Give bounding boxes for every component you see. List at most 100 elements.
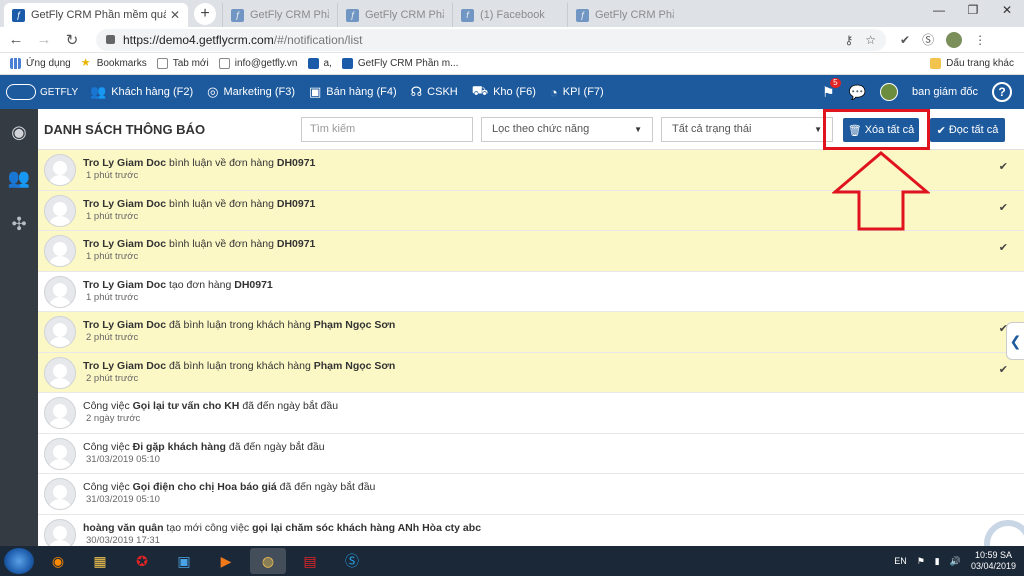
explorer-icon[interactable]: ▦ xyxy=(82,548,118,574)
menu-marketing[interactable]: ◎ Marketing (F3) xyxy=(207,84,295,100)
bookmark-info[interactable]: info@getfly.vn xyxy=(218,58,298,69)
notification-row[interactable]: Công việc Gọi lại tư vấn cho KH đã đến n… xyxy=(38,393,1024,434)
browser-tab[interactable]: ƒ GetFly CRM Phần mềm quản lý xyxy=(567,3,682,27)
browser-toolbar: ← → ↻ https://demo4.getflycrm.com/#/noti… xyxy=(0,27,1024,53)
notification-body: Tro Ly Giam Doc bình luận về đơn hàng DH… xyxy=(83,235,315,262)
maximize-icon[interactable]: ❐ xyxy=(956,0,990,20)
browser-tab-active[interactable]: ƒ GetFly CRM Phần mềm quản lý v ✕ xyxy=(4,3,188,27)
sales-icon: ▣ xyxy=(309,84,322,99)
close-icon[interactable]: ✕ xyxy=(170,8,180,22)
notification-time: 2 ngày trước xyxy=(86,413,141,424)
bookmark-star-icon[interactable]: ☆ xyxy=(865,33,876,47)
media-player-icon[interactable]: ▶ xyxy=(208,548,244,574)
notification-row[interactable]: Tro Ly Giam Doc bình luận về đơn hàng DH… xyxy=(38,231,1024,272)
read-all-button[interactable]: ✔ Đọc tất cả xyxy=(930,118,1005,142)
function-filter-select[interactable]: Lọc theo chức năng ▼ xyxy=(481,116,653,142)
bookmark-new-tab[interactable]: Tab mới xyxy=(156,58,209,69)
user-avatar-icon xyxy=(44,397,76,429)
help-icon[interactable]: ? xyxy=(992,82,1012,102)
bookmark-getfly[interactable]: GetFly CRM Phần m... xyxy=(341,58,459,69)
user-avatar[interactable] xyxy=(879,83,898,101)
bookmark-apps[interactable]: Ứng dụng xyxy=(10,58,71,69)
menu-customers[interactable]: 👥 Khách hàng (F2) xyxy=(90,84,193,100)
chrome-icon[interactable]: ◍ xyxy=(250,548,286,574)
object-name: Gọi lại tư vấn cho KH xyxy=(132,400,240,412)
flag-icon[interactable]: ⚑ 5 xyxy=(822,77,841,101)
bookmark-label: GetFly CRM Phần m... xyxy=(357,58,459,69)
menu-cskh[interactable]: ☊ CSKH xyxy=(411,84,458,100)
app-grid-icon[interactable]: ▤ xyxy=(292,548,328,574)
menu-label: Marketing (F3) xyxy=(223,86,295,98)
check-extension-icon[interactable]: ✔ xyxy=(900,33,910,47)
user-name[interactable]: ban giám đốc xyxy=(912,86,978,98)
notification-row[interactable]: Tro Ly Giam Doc đã bình luận trong khách… xyxy=(38,352,1024,393)
bookmark-bookmarks[interactable]: ★ Bookmarks xyxy=(81,58,147,70)
back-icon[interactable]: ← xyxy=(4,31,28,48)
notification-row[interactable]: Tro Ly Giam Doc đã bình luận trong khách… xyxy=(38,312,1024,353)
mark-read-check-icon[interactable]: ✔ xyxy=(999,363,1008,376)
key-icon[interactable]: ⚷ xyxy=(844,33,853,47)
menu-kpi[interactable]: ◔ KPI (F7) xyxy=(550,85,604,100)
bookmark-a[interactable]: a, xyxy=(307,58,332,69)
highlight-box xyxy=(823,109,930,150)
browser-tab[interactable]: f (1) Facebook xyxy=(452,3,567,27)
headset-icon: ☊ xyxy=(410,84,423,99)
tab-title: (1) Facebook xyxy=(480,9,545,21)
notification-row[interactable]: hoàng văn quân tạo mới công việc gọi lại… xyxy=(38,515,1024,546)
notification-row[interactable]: Tro Ly Giam Doc tạo đơn hàng DH0971 1 phú… xyxy=(38,272,1024,312)
notification-row[interactable]: Công việc Đi gặp khách hàng đã đến ngày … xyxy=(38,434,1024,474)
target-icon: ◎ xyxy=(207,84,219,99)
getfly-favicon-icon xyxy=(307,58,319,69)
network-tray-icon[interactable]: ▮ xyxy=(935,556,940,567)
user-avatar-icon xyxy=(44,518,76,546)
menu-warehouse[interactable]: ⛟ Kho (F6) xyxy=(472,83,536,101)
action-text: Công việc xyxy=(83,481,133,493)
skype-icon[interactable]: Ⓢ xyxy=(334,548,370,574)
profile-avatar[interactable] xyxy=(946,31,963,48)
getfly-logo[interactable]: GETFLY xyxy=(0,84,80,100)
check-icon: ✔ xyxy=(936,124,946,137)
reload-icon[interactable]: ↻ xyxy=(60,31,84,49)
forward-icon[interactable]: → xyxy=(32,31,56,48)
search-input[interactable]: Tìm kiếm xyxy=(301,116,473,142)
browser-tab[interactable]: ƒ GetFly CRM Phần mềm quản lý xyxy=(337,3,452,27)
firefox-icon[interactable]: ◉ xyxy=(40,548,76,574)
list-header: DANH SÁCH THÔNG BÁO Tìm kiếm Lọc theo ch… xyxy=(38,109,1024,150)
start-button[interactable] xyxy=(4,548,34,574)
contacts-icon[interactable]: 👥 xyxy=(0,155,38,201)
mark-read-check-icon[interactable]: ✔ xyxy=(999,160,1008,173)
profile-icon[interactable]: ◉ xyxy=(0,109,38,155)
menu-sales[interactable]: ▣ Bán hàng (F4) xyxy=(309,84,397,100)
menu-icon[interactable]: ⋮ xyxy=(974,33,986,47)
tray-flag-icon[interactable]: ⚑ xyxy=(917,556,925,567)
mark-read-check-icon[interactable]: ✔ xyxy=(999,241,1008,254)
app-star-icon[interactable]: ✪ xyxy=(124,548,160,574)
notification-row[interactable]: Công việc Gọi điện cho chị Hoa báo giá đ… xyxy=(38,474,1024,515)
action-text: bình luận về đơn hàng xyxy=(166,197,277,210)
notification-message: Tro Ly Giam Doc đã bình luận trong khách… xyxy=(83,359,395,373)
mark-read-check-icon[interactable]: ✔ xyxy=(999,201,1008,214)
url-path: /#/notification/list xyxy=(273,32,363,47)
page-title: DANH SÁCH THÔNG BÁO xyxy=(44,121,206,137)
remote-desktop-icon[interactable]: ▣ xyxy=(166,548,202,574)
user-avatar-icon xyxy=(44,316,76,348)
actor-name: Tro Ly Giam Doc xyxy=(83,157,167,169)
address-bar[interactable]: https://demo4.getflycrm.com/#/notificati… xyxy=(96,28,886,51)
action-text: bình luận về đơn hàng xyxy=(166,238,277,250)
collapse-chevron-icon[interactable]: ❮ xyxy=(1006,322,1024,360)
volume-icon[interactable]: 🔊 xyxy=(950,556,961,567)
skype-extension-icon[interactable]: Ⓢ xyxy=(922,31,934,48)
bookmark-other[interactable]: Dấu trang khác xyxy=(930,58,1014,69)
network-icon[interactable]: ✣ xyxy=(0,201,38,247)
clock[interactable]: 10:59 SA 03/04/2019 xyxy=(971,550,1016,572)
language-indicator[interactable]: EN xyxy=(894,556,907,566)
browser-tab[interactable]: ƒ GetFly CRM Phần mềm quản lý xyxy=(222,3,337,27)
chat-icon[interactable]: 💬 xyxy=(849,84,866,101)
action-text: bình luận về đơn hàng xyxy=(166,157,277,169)
window-close-icon[interactable]: ✕ xyxy=(990,0,1024,20)
minimize-icon[interactable]: — xyxy=(922,0,956,20)
new-tab-button[interactable]: + xyxy=(194,3,216,25)
notification-time: 1 phút trước xyxy=(86,291,139,303)
status-filter-select[interactable]: Tất cả trạng thái ▼ xyxy=(661,116,833,142)
tab-title: GetFly CRM Phần mềm quản lý xyxy=(250,9,329,21)
